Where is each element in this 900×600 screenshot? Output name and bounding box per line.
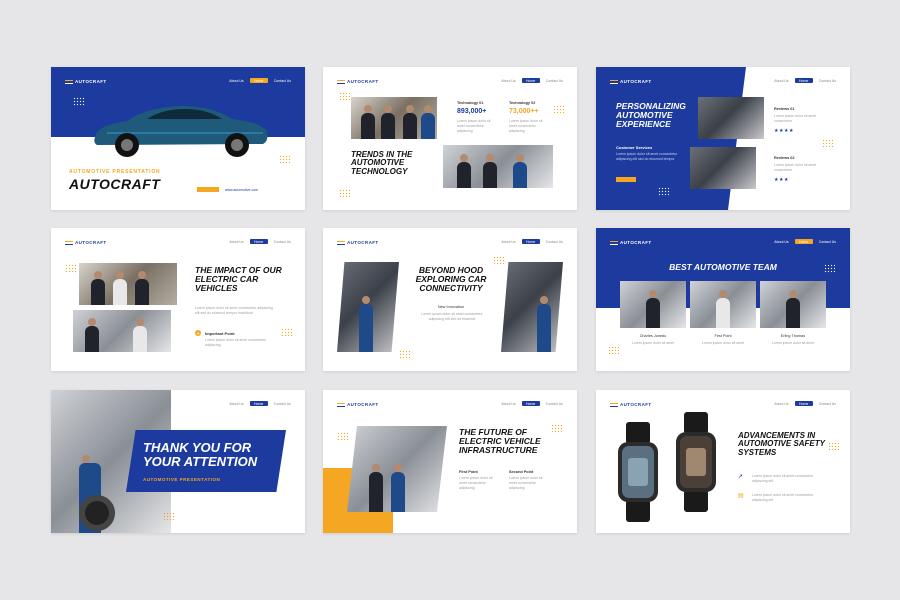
slide-nav: About Us Home Contact Us [501,401,563,406]
dot-pattern [824,264,836,274]
workshop-photo [347,426,447,512]
mechanic-photo [698,97,764,139]
slide-thumbnail-autocraft-cover[interactable]: AUTOCRAFT About Us Home Contact Us AUTOMOT… [51,67,305,210]
slide-title: ADVANCEMENTS IN AUTOMOTIVE SAFETY SYSTEM… [738,431,825,457]
website-link: www.automotive.com [225,188,259,192]
team-member-name: Charles Junedo [639,334,667,338]
dot-pattern [163,512,175,522]
slide-subtitle: AUTOMOTIVE PRESENTATION [143,477,221,482]
team-member-name: First Point [714,334,732,338]
brand-logo: AUTOCRAFT [337,79,379,84]
slide-nav: About Us Home Contact Us [501,239,563,244]
dot-pattern [493,256,505,266]
brand-logo: AUTOCRAFT [610,79,652,84]
dot-pattern [73,97,85,107]
team-member-photo [620,281,686,328]
dot-pattern [337,432,349,442]
business-team-photo [351,97,437,139]
tech-label: Technology 01 [457,101,484,105]
team-member-name: Erling Thomas [780,334,806,338]
team-member-photo [690,281,756,328]
slide-title: AUTOCRAFT [69,176,161,192]
watch-illustration [676,412,716,512]
slide-thumbnail-thank-you[interactable]: About Us Home Contact Us THANK YOU FOR YOU… [51,390,305,533]
tech-value: 893,000+ [457,108,487,115]
slide-thumbnail-personalizing[interactable]: AUTOCRAFT About Us Home Contact Us PERSONA… [596,67,850,210]
brand-logo: AUTOCRAFT [65,240,107,245]
dot-pattern [339,92,351,102]
review-label: Reviews 02 [774,156,795,160]
dot-pattern [279,155,291,165]
section-subhead: New Innovation [437,305,465,309]
rocket-icon: ➚ [738,474,744,480]
brand-logo: AUTOCRAFT [65,79,107,84]
slide-nav: About Us Home Contact Us [229,401,291,406]
slide-thumbnail-team[interactable]: AUTOCRAFT About Us Home Contact Us BEST AU… [596,228,850,371]
engine-repair-photo [501,262,563,352]
dot-pattern [65,264,77,274]
brand-logo: AUTOCRAFT [337,240,379,245]
slide-nav: About Us Home Contact Us [229,78,291,83]
section-subhead: Customer Services [616,145,653,150]
brand-logo: AUTOCRAFT [337,402,379,407]
slide-thumbnail-electric-impact[interactable]: AUTOCRAFT About Us Home Contact Us THE IMP… [51,228,305,371]
dot-pattern [828,442,840,452]
car-interior-photo [73,310,171,352]
orange-button [197,187,219,192]
office-team-photo [443,145,553,188]
point-label: Second Point [509,470,534,474]
dot-pattern [281,328,293,338]
point-label: First Point [459,470,478,474]
slide-thumbnail-trends[interactable]: AUTOCRAFT About Us Home Contact Us TRENDS … [323,67,577,210]
slide-thumbnail-ev-infrastructure[interactable]: AUTOCRAFT About Us Home Contact Us THE FUT… [323,390,577,533]
slide-kicker: AUTOMOTIVE PRESENTATION [69,169,161,175]
dot-pattern [608,346,620,356]
bulb-icon: ✦ [195,330,201,336]
slide-nav: About Us Home Contact Us [774,401,836,406]
document-icon: ▤ [738,493,744,499]
tech-value: 73,000++ [509,108,539,115]
orange-button [616,177,636,182]
brand-logo: AUTOCRAFT [610,402,652,407]
tech-label: Technology 02 [509,101,536,105]
team-member-photo [760,281,826,328]
slide-nav: About Us Home Contact Us [774,239,836,244]
slide-thumbnail-safety-systems[interactable]: AUTOCRAFT About Us Home Contact Us ADVANCE… [596,390,850,533]
slide-nav: About Us Home Contact Us [501,78,563,83]
engine-photo [690,147,756,189]
star-rating: ★★★ [774,177,789,183]
dot-pattern [339,189,351,199]
dot-pattern [658,187,670,197]
dealership-photo [79,263,177,305]
dot-pattern [551,424,563,434]
watch-illustration [618,422,658,522]
slide-title: BEST AUTOMOTIVE TEAM [669,262,777,272]
slide-thumbnail-connectivity[interactable]: AUTOCRAFT About Us Home Contact Us BEYOND … [323,228,577,371]
dot-pattern [822,139,834,149]
dot-pattern [399,350,411,360]
slide-title: BEYOND HOOD EXPLORING CAR CONNECTIVITY [415,265,487,293]
slide-nav: About Us Home Contact Us [229,239,291,244]
slide-title: THANK YOU FOR YOUR ATTENTION [143,440,258,469]
slide-title: TRENDS IN THE AUTOMOTIVE TECHNOLOGY [351,150,413,176]
point-label: Important Point [205,331,235,336]
brand-logo: AUTOCRAFT [610,240,652,245]
mechanic-lift-photo [337,262,399,352]
slide-title: THE FUTURE OF ELECTRIC VEHICLE INFRASTRU… [459,427,541,455]
car-illustration [94,106,268,157]
dot-pattern [553,105,565,115]
star-rating: ★★★★ [774,128,794,134]
slide-title: THE IMPACT OF OUR ELECTRIC CAR VEHICLES [195,265,282,293]
slide-nav: About Us Home Contact Us [774,78,836,83]
review-label: Reviews 01 [774,107,795,111]
